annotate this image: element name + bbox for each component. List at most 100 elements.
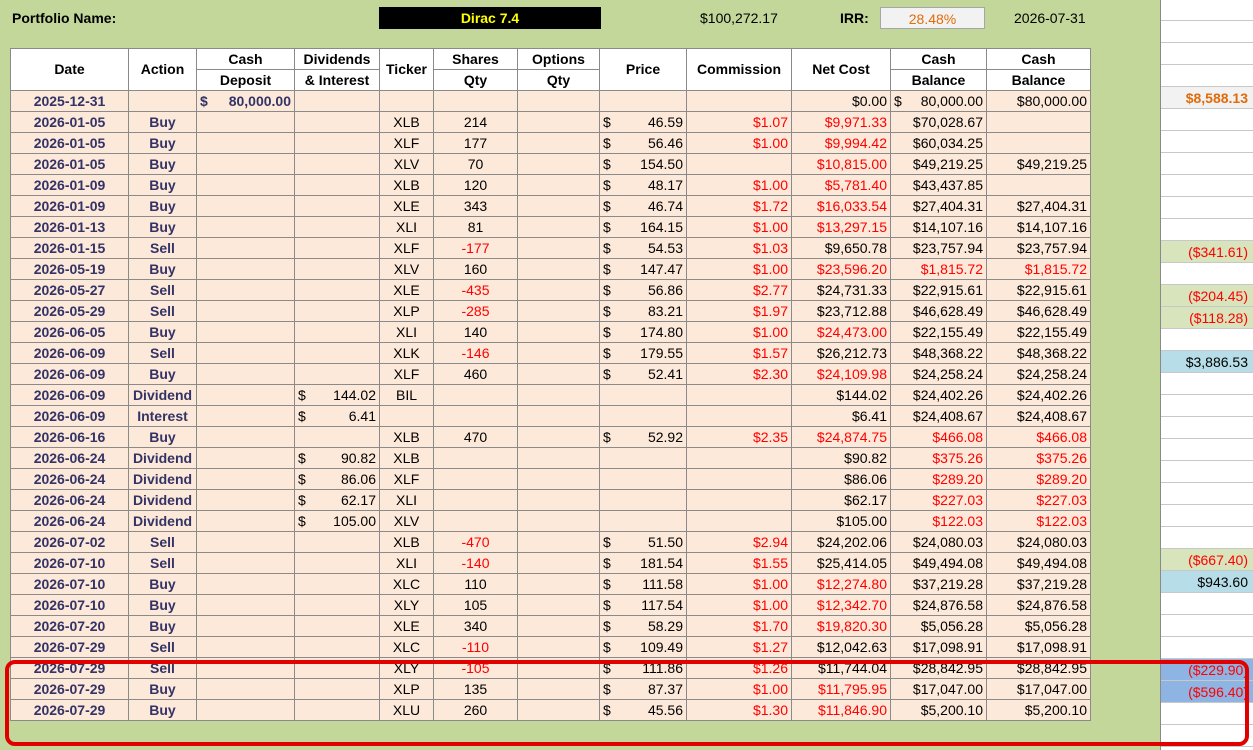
cash-balance-a-cell[interactable]: $1,815.72 bbox=[890, 258, 987, 280]
options-qty-cell[interactable] bbox=[517, 447, 600, 469]
action-cell[interactable]: Sell bbox=[128, 237, 197, 259]
cash-deposit-cell[interactable] bbox=[196, 489, 295, 511]
col-options-header-1[interactable]: Options bbox=[517, 48, 600, 70]
cash-balance-a-cell[interactable]: $48,368.22 bbox=[890, 342, 987, 364]
cash-balance-a-cell[interactable]: $227.03 bbox=[890, 489, 987, 511]
cash-balance-a-cell[interactable]: $17,098.91 bbox=[890, 636, 987, 658]
date-cell[interactable]: 2026-06-09 bbox=[10, 363, 129, 385]
dividends-cell[interactable] bbox=[294, 573, 380, 595]
price-cell[interactable]: $154.50 bbox=[599, 153, 687, 175]
action-cell[interactable]: Sell bbox=[128, 552, 197, 574]
shares-qty-cell[interactable]: 343 bbox=[433, 195, 518, 217]
date-cell[interactable]: 2026-06-24 bbox=[10, 468, 129, 490]
shares-qty-cell[interactable] bbox=[433, 489, 518, 511]
action-cell[interactable]: Dividend bbox=[128, 510, 197, 532]
cash-deposit-cell[interactable] bbox=[196, 468, 295, 490]
options-qty-cell[interactable] bbox=[517, 594, 600, 616]
price-cell[interactable]: $181.54 bbox=[599, 552, 687, 574]
cash-deposit-cell[interactable] bbox=[196, 636, 295, 658]
date-cell[interactable]: 2026-06-24 bbox=[10, 489, 129, 511]
commission-cell[interactable] bbox=[686, 384, 792, 406]
ticker-cell[interactable]: XLF bbox=[379, 132, 434, 154]
ticker-cell[interactable]: XLB bbox=[379, 447, 434, 469]
cash-balance-a-cell[interactable]: $37,219.28 bbox=[890, 573, 987, 595]
options-qty-cell[interactable] bbox=[517, 363, 600, 385]
cash-balance-a-cell[interactable]: $24,408.67 bbox=[890, 405, 987, 427]
realized-gain-cell[interactable] bbox=[1161, 175, 1253, 197]
cash-deposit-cell[interactable] bbox=[196, 153, 295, 175]
date-cell[interactable]: 2026-01-05 bbox=[10, 111, 129, 133]
price-cell[interactable]: $54.53 bbox=[599, 237, 687, 259]
date-cell[interactable]: 2026-07-10 bbox=[10, 594, 129, 616]
options-qty-cell[interactable] bbox=[517, 321, 600, 343]
net-cost-cell[interactable]: $24,202.06 bbox=[791, 531, 891, 553]
col-date-header[interactable]: Date bbox=[10, 48, 129, 91]
side-empty-cell[interactable] bbox=[1161, 43, 1253, 65]
options-qty-cell[interactable] bbox=[517, 111, 600, 133]
action-cell[interactable]: Buy bbox=[128, 132, 197, 154]
price-cell[interactable] bbox=[599, 510, 687, 532]
price-cell[interactable]: $56.46 bbox=[599, 132, 687, 154]
portfolio-name-cell[interactable]: Dirac 7.4 bbox=[379, 7, 601, 29]
commission-cell[interactable] bbox=[686, 153, 792, 175]
action-cell[interactable]: Buy bbox=[128, 615, 197, 637]
cash-balance-b-cell[interactable]: $17,047.00 bbox=[986, 678, 1091, 700]
net-cost-cell[interactable]: $90.82 bbox=[791, 447, 891, 469]
price-cell[interactable]: $111.58 bbox=[599, 573, 687, 595]
action-cell[interactable]: Buy bbox=[128, 573, 197, 595]
cash-balance-a-cell[interactable]: $466.08 bbox=[890, 426, 987, 448]
realized-gain-cell[interactable] bbox=[1161, 615, 1253, 637]
cash-balance-b-cell[interactable]: $28,842.95 bbox=[986, 657, 1091, 679]
dividends-cell[interactable] bbox=[294, 699, 380, 721]
ticker-cell[interactable]: XLC bbox=[379, 636, 434, 658]
price-cell[interactable]: $111.86 bbox=[599, 657, 687, 679]
cash-balance-b-cell[interactable]: $466.08 bbox=[986, 426, 1091, 448]
date-cell[interactable]: 2026-01-09 bbox=[10, 174, 129, 196]
cash-balance-a-cell[interactable]: $60,034.25 bbox=[890, 132, 987, 154]
shares-qty-cell[interactable]: -470 bbox=[433, 531, 518, 553]
dividends-cell[interactable]: $62.17 bbox=[294, 489, 380, 511]
cash-deposit-cell[interactable] bbox=[196, 111, 295, 133]
ticker-cell[interactable]: XLI bbox=[379, 321, 434, 343]
realized-gain-cell[interactable]: ($341.61) bbox=[1161, 241, 1253, 263]
shares-qty-cell[interactable]: 140 bbox=[433, 321, 518, 343]
commission-cell[interactable]: $1.00 bbox=[686, 216, 792, 238]
realized-gain-cell[interactable] bbox=[1161, 417, 1253, 439]
realized-gain-cell[interactable] bbox=[1161, 725, 1253, 747]
cash-balance-a-cell[interactable]: $80,000.00 bbox=[890, 90, 987, 112]
commission-cell[interactable]: $2.77 bbox=[686, 279, 792, 301]
price-cell[interactable]: $83.21 bbox=[599, 300, 687, 322]
options-qty-cell[interactable] bbox=[517, 405, 600, 427]
shares-qty-cell[interactable]: 110 bbox=[433, 573, 518, 595]
ticker-cell[interactable]: XLI bbox=[379, 552, 434, 574]
options-qty-cell[interactable] bbox=[517, 258, 600, 280]
shares-qty-cell[interactable] bbox=[433, 468, 518, 490]
price-cell[interactable]: $174.80 bbox=[599, 321, 687, 343]
dividends-cell[interactable]: $105.00 bbox=[294, 510, 380, 532]
action-cell[interactable]: Buy bbox=[128, 216, 197, 238]
shares-qty-cell[interactable]: -177 bbox=[433, 237, 518, 259]
realized-gain-cell[interactable] bbox=[1161, 505, 1253, 527]
cash-balance-b-cell[interactable]: $24,876.58 bbox=[986, 594, 1091, 616]
as-of-date-cell[interactable]: 2026-07-31 bbox=[1014, 10, 1086, 26]
dividends-cell[interactable]: $86.06 bbox=[294, 468, 380, 490]
ticker-cell[interactable]: XLY bbox=[379, 657, 434, 679]
cash-balance-a-cell[interactable]: $122.03 bbox=[890, 510, 987, 532]
cash-balance-b-cell[interactable]: $27,404.31 bbox=[986, 195, 1091, 217]
cash-deposit-cell[interactable] bbox=[196, 510, 295, 532]
net-cost-cell[interactable]: $23,596.20 bbox=[791, 258, 891, 280]
col-ticker-header[interactable]: Ticker bbox=[379, 48, 434, 91]
cash-balance-a-cell[interactable]: $49,494.08 bbox=[890, 552, 987, 574]
side-empty-cell[interactable] bbox=[1161, 65, 1253, 87]
net-cost-cell[interactable]: $144.02 bbox=[791, 384, 891, 406]
dividends-cell[interactable] bbox=[294, 552, 380, 574]
cash-balance-b-cell[interactable]: $37,219.28 bbox=[986, 573, 1091, 595]
dividends-cell[interactable] bbox=[294, 636, 380, 658]
shares-qty-cell[interactable]: 70 bbox=[433, 153, 518, 175]
net-cost-cell[interactable]: $12,274.80 bbox=[791, 573, 891, 595]
cash-deposit-cell[interactable] bbox=[196, 363, 295, 385]
shares-qty-cell[interactable]: 120 bbox=[433, 174, 518, 196]
cash-deposit-cell[interactable] bbox=[196, 699, 295, 721]
ticker-cell[interactable] bbox=[379, 405, 434, 427]
col-commission-header[interactable]: Commission bbox=[686, 48, 792, 91]
